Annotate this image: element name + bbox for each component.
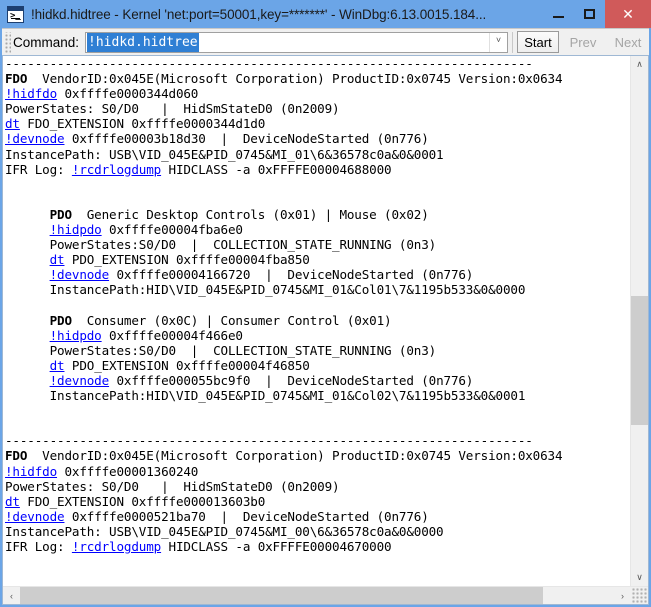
maximize-button[interactable] <box>574 0 605 28</box>
command-link[interactable]: !hidpdo <box>50 222 102 237</box>
command-link[interactable]: !devnode <box>5 131 65 146</box>
windbg-console-icon: >_ <box>7 5 24 23</box>
command-link[interactable]: !hidfdo <box>5 86 57 101</box>
command-link[interactable]: !devnode <box>5 509 65 524</box>
command-link[interactable]: !devnode <box>50 267 110 282</box>
command-input[interactable]: !hidkd.hidtree <box>86 32 489 52</box>
chevron-down-icon[interactable]: ⱽ <box>489 32 507 52</box>
window-controls: ✕ <box>543 0 651 28</box>
hidtree-output: ----------------------------------------… <box>5 56 563 586</box>
command-link[interactable]: !hidpdo <box>50 328 102 343</box>
vertical-scrollbar-thumb[interactable] <box>631 296 648 426</box>
close-icon: ✕ <box>622 6 634 22</box>
toolbar-separator <box>512 31 513 53</box>
command-link[interactable]: !rcdrlogdump <box>72 162 161 177</box>
command-input-value: !hidkd.hidtree <box>87 32 199 52</box>
vertical-scrollbar[interactable]: ∧ ∨ <box>630 56 648 586</box>
command-link[interactable]: !rcdrlogdump <box>72 539 161 554</box>
maximize-icon <box>584 9 595 19</box>
prev-button[interactable]: Prev <box>562 31 604 53</box>
command-link[interactable]: dt <box>50 252 65 267</box>
console-text-area[interactable]: ----------------------------------------… <box>3 56 630 586</box>
command-link[interactable]: dt <box>50 358 65 373</box>
minimize-button[interactable] <box>543 0 574 28</box>
scroll-right-arrow-icon[interactable]: › <box>614 587 631 604</box>
command-combobox[interactable]: !hidkd.hidtree ⱽ <box>85 31 508 53</box>
command-link[interactable]: !hidfdo <box>5 464 57 479</box>
resize-grip[interactable] <box>631 587 648 604</box>
toolbar-drag-grip[interactable] <box>4 31 11 53</box>
scroll-up-arrow-icon[interactable]: ∧ <box>631 56 648 73</box>
windbg-window: >_ !hidkd.hidtree - Kernel 'net:port=500… <box>0 0 651 607</box>
output-pane: ----------------------------------------… <box>2 55 649 605</box>
scroll-down-arrow-icon[interactable]: ∨ <box>631 569 648 586</box>
vertical-scrollbar-track[interactable] <box>631 73 648 569</box>
minimize-icon <box>553 15 564 18</box>
command-link[interactable]: dt <box>5 494 20 509</box>
scroll-left-arrow-icon[interactable]: ‹ <box>3 587 20 604</box>
horizontal-scrollbar[interactable]: ‹ › <box>3 586 648 604</box>
command-link[interactable]: dt <box>5 116 20 131</box>
start-button[interactable]: Start <box>517 31 559 53</box>
command-link[interactable]: !devnode <box>50 373 110 388</box>
command-label: Command: <box>13 34 80 50</box>
command-bar: Command: !hidkd.hidtree ⱽ Start Prev Nex… <box>2 28 649 55</box>
horizontal-scrollbar-track[interactable] <box>20 587 614 604</box>
window-title: !hidkd.hidtree - Kernel 'net:port=50001,… <box>31 6 487 22</box>
horizontal-scrollbar-thumb[interactable] <box>20 587 543 604</box>
next-button[interactable]: Next <box>607 31 649 53</box>
close-button[interactable]: ✕ <box>605 0 651 28</box>
title-bar: >_ !hidkd.hidtree - Kernel 'net:port=500… <box>0 0 651 28</box>
